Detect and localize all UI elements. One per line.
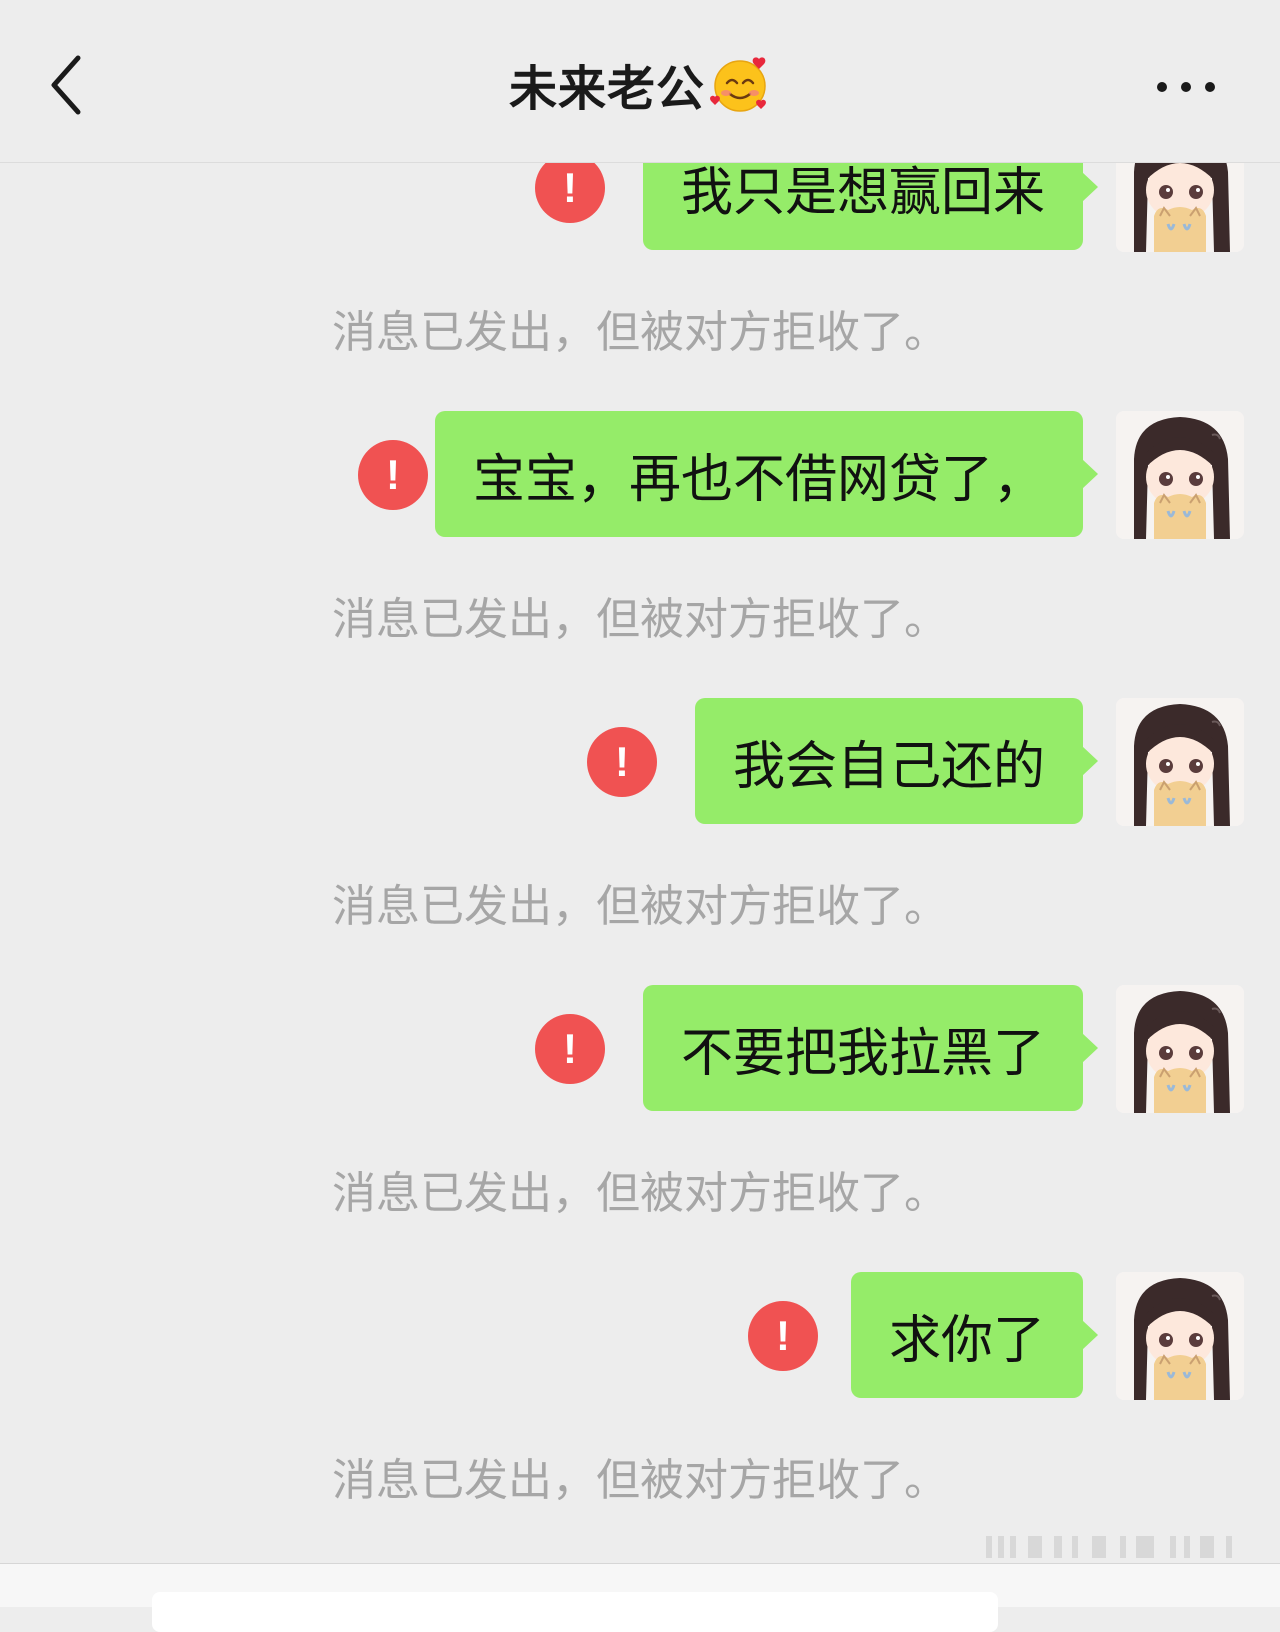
- rejection-notice: 消息已发出，但被对方拒收了。: [332, 881, 948, 932]
- resend-error-icon[interactable]: !: [535, 153, 605, 223]
- resend-error-icon[interactable]: !: [748, 1301, 818, 1371]
- rejection-notice: 消息已发出，但被对方拒收了。: [332, 307, 948, 358]
- smiling-face-with-hearts-icon: [710, 57, 766, 112]
- avatar[interactable]: [1116, 698, 1244, 826]
- message-bubble[interactable]: 不要把我拉黑了: [642, 985, 1099, 1111]
- rejection-notice: 消息已发出，但被对方拒收了。: [332, 594, 948, 645]
- watermark-graphic: [986, 1536, 1232, 1558]
- avatar[interactable]: [1116, 411, 1244, 539]
- input-toolbar: [0, 1563, 1280, 1632]
- message-bubble[interactable]: 我会自己还的: [694, 698, 1099, 824]
- cartoon-girl-avatar-icon: [1116, 1272, 1244, 1400]
- message-row: ! 我会自己还的: [0, 698, 1280, 826]
- avatar[interactable]: [1116, 985, 1244, 1113]
- cartoon-girl-avatar-icon: [1116, 985, 1244, 1113]
- resend-error-icon[interactable]: !: [587, 727, 657, 797]
- avatar[interactable]: [1116, 1272, 1244, 1400]
- top-navigation-bar: 未来老公: [0, 0, 1280, 163]
- message-bubble[interactable]: 求你了: [850, 1272, 1099, 1398]
- cartoon-girl-avatar-icon: [1116, 411, 1244, 539]
- message-row: ! 不要把我拉黑了: [0, 985, 1280, 1113]
- message-bubble[interactable]: 宝宝，再也不借网贷了，: [434, 411, 1099, 537]
- message-row: ! 求你了: [0, 1272, 1280, 1400]
- rejection-notice: 消息已发出，但被对方拒收了。: [332, 1455, 948, 1506]
- chat-title[interactable]: 未来老公: [509, 49, 705, 119]
- rejection-notice: 消息已发出，但被对方拒收了。: [332, 1168, 948, 1219]
- resend-error-icon[interactable]: !: [535, 1014, 605, 1084]
- resend-error-icon[interactable]: !: [358, 440, 428, 510]
- message-row: ! 宝宝，再也不借网贷了，: [0, 411, 1280, 539]
- message-input[interactable]: [152, 1592, 998, 1632]
- cartoon-girl-avatar-icon: [1116, 698, 1244, 826]
- chat-area[interactable]: ! 我只是想赢回来 消息已发出，但被对方拒收了。 ! 宝宝，再也不借网贷了， 消…: [0, 0, 1280, 1560]
- more-horizontal-icon[interactable]: [1150, 70, 1230, 104]
- chat-title-group: 未来老公: [0, 44, 1280, 124]
